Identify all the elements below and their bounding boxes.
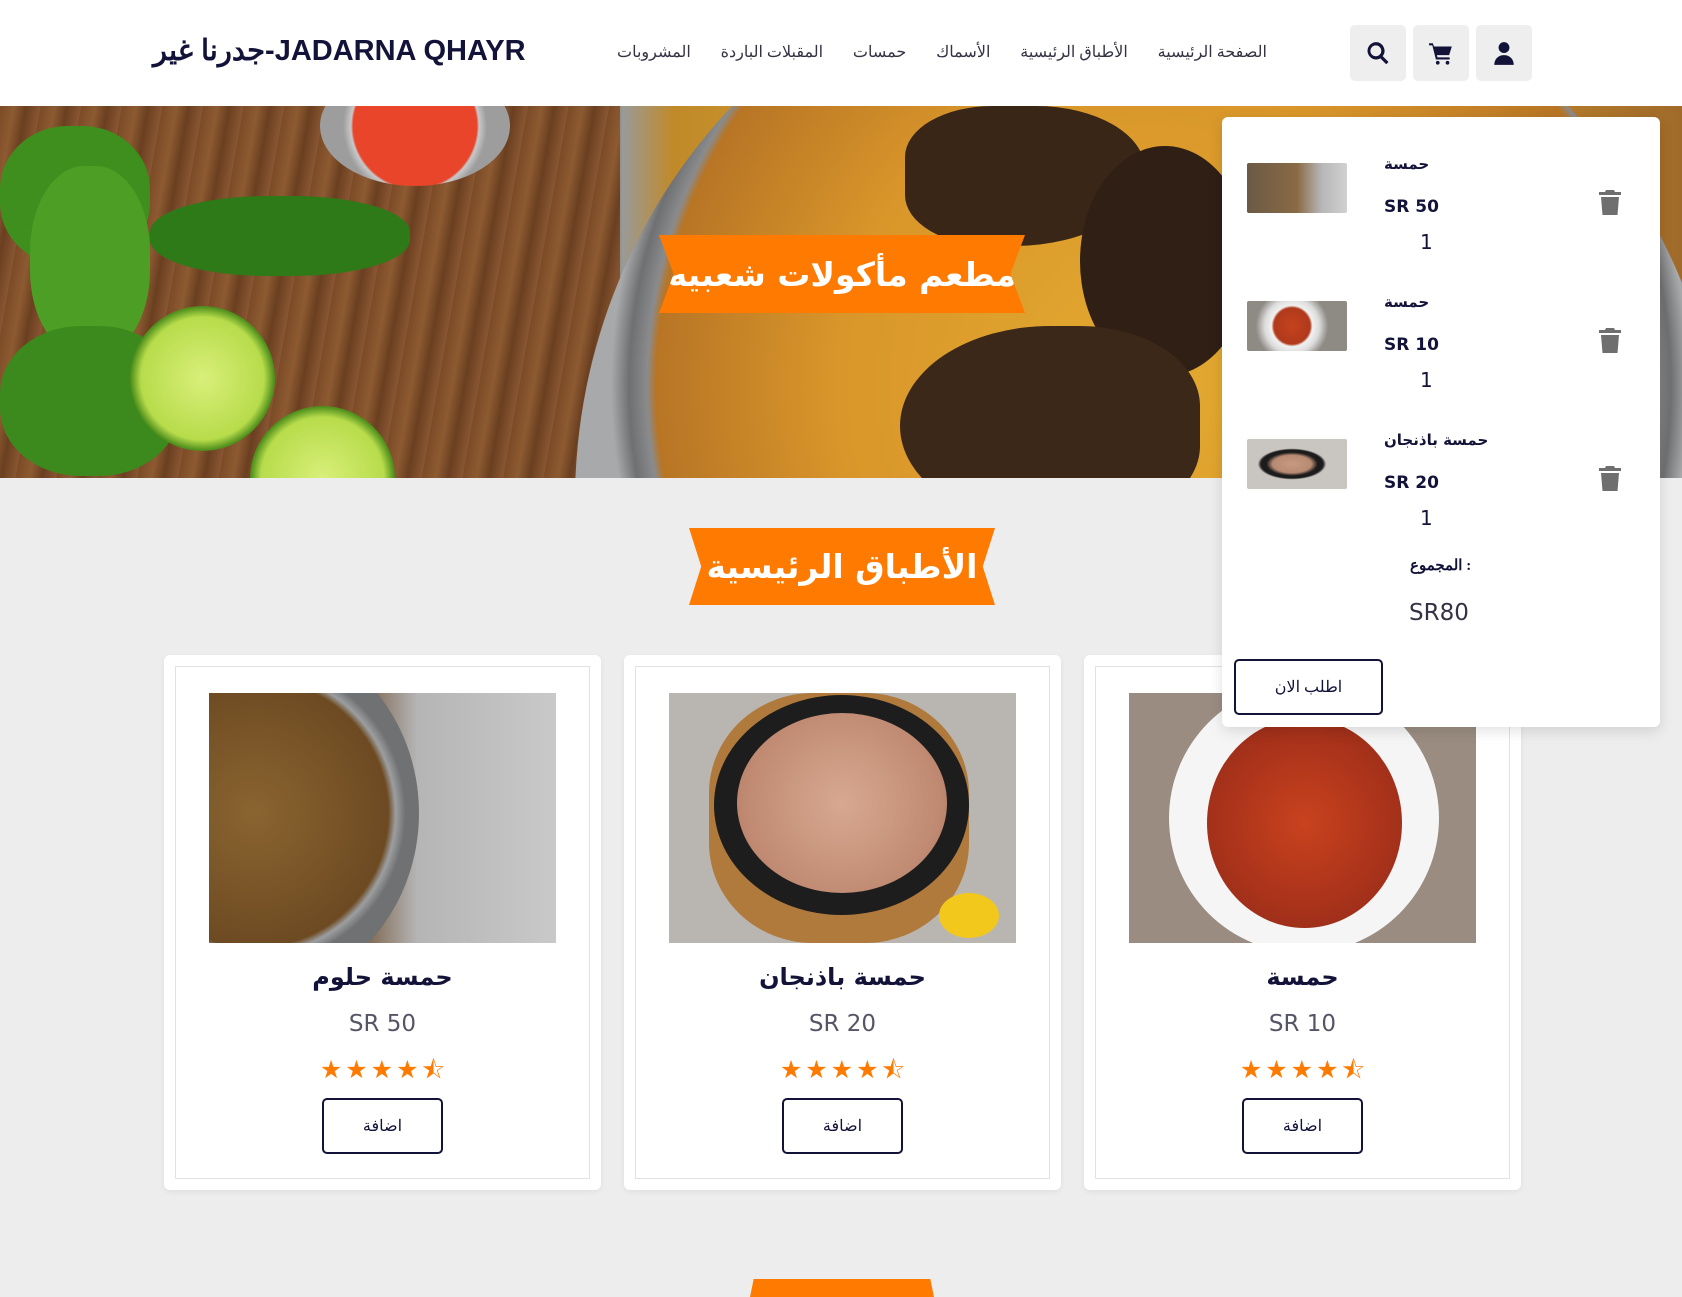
cart-button[interactable] xyxy=(1413,25,1469,81)
section-title: الأطباق الرئيسية xyxy=(689,528,995,605)
cart-item-title: حمسة باذنجان xyxy=(1384,431,1489,449)
nav-cold-appetizers[interactable]: المقبلات الباردة xyxy=(721,42,823,62)
product-card: حمسة باذنجان SR 20 ★ ★ ★ ★ ⯪ اضافة xyxy=(624,655,1061,1190)
cart-item-price: SR 20 xyxy=(1384,473,1439,493)
user-button[interactable] xyxy=(1476,25,1532,81)
cart-item: حمسة SR 10 1 xyxy=(1222,255,1660,392)
search-button[interactable] xyxy=(1350,25,1406,81)
cart-dropdown: حمسة SR 50 1 حمسة SR 10 1 حمسة باذنجان S… xyxy=(1222,117,1660,727)
product-price: SR 20 xyxy=(808,1011,877,1037)
cart-item-thumbnail xyxy=(1247,439,1347,489)
hero-image-lime xyxy=(130,306,275,451)
star-icon: ★ xyxy=(830,1055,854,1084)
nav-hamsat[interactable]: حمسات xyxy=(853,42,906,62)
star-icon: ★ xyxy=(856,1055,879,1084)
add-to-cart-button[interactable]: اضافة xyxy=(322,1098,443,1154)
cart-item: حمسة باذنجان SR 20 1 xyxy=(1222,393,1660,530)
main-nav: الصفحة الرئيسية الأطباق الرئيسية الأسماك… xyxy=(617,40,1267,64)
cart-item-title: حمسة xyxy=(1384,155,1430,173)
search-icon xyxy=(1367,42,1389,65)
cart-item: حمسة SR 50 1 xyxy=(1222,117,1660,254)
cart-item-price: SR 10 xyxy=(1384,335,1439,355)
next-section-title xyxy=(750,1279,934,1297)
user-icon xyxy=(1494,42,1514,65)
cart-item-thumbnail xyxy=(1247,163,1347,213)
image-detail xyxy=(1207,718,1402,928)
product-rating: ★ ★ ★ ★ ⯪ xyxy=(624,1057,1061,1082)
star-icon: ★ xyxy=(1290,1055,1314,1084)
cart-icon xyxy=(1429,43,1452,65)
nav-fish[interactable]: الأسماك xyxy=(936,42,990,62)
cart-item-quantity: 1 xyxy=(1420,368,1433,392)
star-icon: ★ xyxy=(345,1055,368,1084)
star-icon: ★ xyxy=(1316,1055,1339,1084)
trash-icon xyxy=(1599,328,1621,353)
remove-item-button[interactable] xyxy=(1598,189,1622,215)
hero-title: مطعم مأكولات شعبيه xyxy=(659,235,1025,313)
cart-item-quantity: 1 xyxy=(1420,506,1433,530)
image-detail xyxy=(209,693,419,943)
site-header: جدرنا غير-JADARNA QHAYR الصفحة الرئيسية … xyxy=(0,0,1682,106)
half-star-icon: ⯪ xyxy=(881,1055,906,1084)
product-image xyxy=(1129,693,1476,943)
cart-item-quantity: 1 xyxy=(1420,230,1433,254)
product-name: حمسة xyxy=(1266,963,1339,991)
star-icon: ★ xyxy=(779,1055,803,1084)
cart-item-thumbnail xyxy=(1247,301,1347,351)
trash-icon xyxy=(1599,190,1621,215)
product-image xyxy=(209,693,556,943)
product-price: SR 50 xyxy=(348,1011,417,1037)
half-star-icon: ⯪ xyxy=(421,1055,446,1084)
cart-item-price: SR 50 xyxy=(1384,197,1439,217)
image-detail xyxy=(737,713,947,893)
hero-image-herb xyxy=(150,196,410,276)
cart-total-value: SR80 xyxy=(1409,600,1469,626)
product-name: حمسة حلوم xyxy=(312,963,453,991)
product-name: حمسة باذنجان xyxy=(759,963,926,991)
product-card: حمسة SR 10 ★ ★ ★ ★ ⯪ اضافة xyxy=(1084,655,1521,1190)
star-icon: ★ xyxy=(370,1055,394,1084)
nav-home[interactable]: الصفحة الرئيسية xyxy=(1158,42,1267,62)
nav-main-dishes[interactable]: الأطباق الرئيسية xyxy=(1020,42,1128,62)
product-image xyxy=(669,693,1016,943)
product-rating: ★ ★ ★ ★ ⯪ xyxy=(1084,1057,1521,1082)
cart-total-label: المجموع : xyxy=(1410,558,1472,574)
add-to-cart-button[interactable]: اضافة xyxy=(782,1098,903,1154)
image-detail xyxy=(939,893,999,938)
remove-item-button[interactable] xyxy=(1598,327,1622,353)
star-icon: ★ xyxy=(1265,1055,1288,1084)
star-icon: ★ xyxy=(1239,1055,1263,1084)
star-icon: ★ xyxy=(396,1055,419,1084)
add-to-cart-button[interactable]: اضافة xyxy=(1242,1098,1363,1154)
half-star-icon: ⯪ xyxy=(1341,1055,1366,1084)
product-rating: ★ ★ ★ ★ ⯪ xyxy=(164,1057,601,1082)
remove-item-button[interactable] xyxy=(1598,465,1622,491)
nav-drinks[interactable]: المشروبات xyxy=(617,42,691,62)
star-icon: ★ xyxy=(805,1055,828,1084)
product-price: SR 10 xyxy=(1268,1011,1337,1037)
trash-icon xyxy=(1599,466,1621,491)
site-logo[interactable]: جدرنا غير-JADARNA QHAYR xyxy=(153,33,553,73)
product-card: حمسة حلوم SR 50 ★ ★ ★ ★ ⯪ اضافة xyxy=(164,655,601,1190)
cart-item-title: حمسة xyxy=(1384,293,1430,311)
order-now-button[interactable]: اطلب الان xyxy=(1234,659,1383,715)
star-icon: ★ xyxy=(319,1055,343,1084)
